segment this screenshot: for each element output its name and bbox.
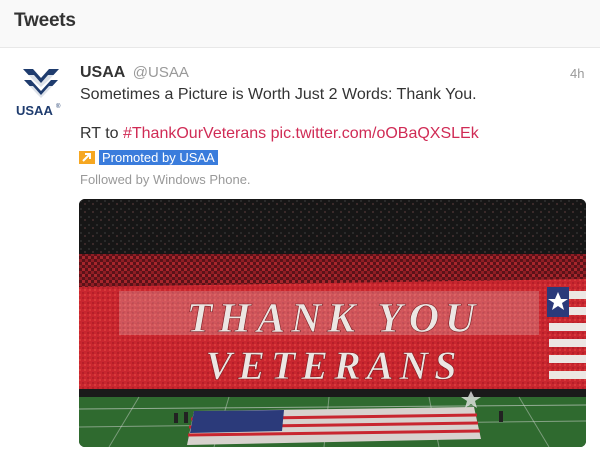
- page-title: Tweets: [14, 10, 76, 31]
- author-handle[interactable]: @USAA: [133, 64, 189, 81]
- photo-line2: VETERANS: [206, 343, 463, 388]
- avatar[interactable]: USAA ®: [14, 66, 66, 118]
- avatar-logo-text: USAA: [16, 103, 53, 118]
- followed-by-text: Followed by Windows Phone.: [80, 172, 251, 187]
- tweet-item[interactable]: USAA ® USAA @USAA 4h Sometimes a Picture…: [0, 49, 600, 450]
- promoted-label[interactable]: Promoted by USAA: [99, 149, 218, 165]
- stadium-photo: THANK YOU VETERANS: [79, 199, 586, 447]
- author-name[interactable]: USAA: [80, 64, 125, 81]
- usaa-logo-icon: USAA ®: [16, 69, 61, 118]
- tweet-text: Sometimes a Picture is Worth Just 2 Word…: [80, 86, 477, 103]
- tweet-text-prefix: RT to: [80, 125, 123, 142]
- tweet-text-line2: RT to #ThankOurVeterans pic.twitter.com/…: [80, 125, 479, 143]
- photo-line1: THANK YOU: [187, 296, 482, 342]
- field-flag: [187, 407, 481, 445]
- tweet-photo[interactable]: THANK YOU VETERANS: [79, 199, 586, 447]
- promoted-arrow-icon: [79, 150, 95, 164]
- timeline-header: Tweets: [0, 0, 600, 48]
- tweet-timestamp[interactable]: 4h: [570, 66, 584, 81]
- pic-link[interactable]: pic.twitter.com/oOBaQXSLEk: [271, 125, 479, 142]
- avatar-registered-mark: ®: [56, 103, 61, 110]
- hashtag-link[interactable]: #ThankOurVeterans: [123, 125, 266, 142]
- tweet-author[interactable]: USAA @USAA: [80, 64, 189, 82]
- promoted-indicator[interactable]: Promoted by USAA: [79, 149, 218, 165]
